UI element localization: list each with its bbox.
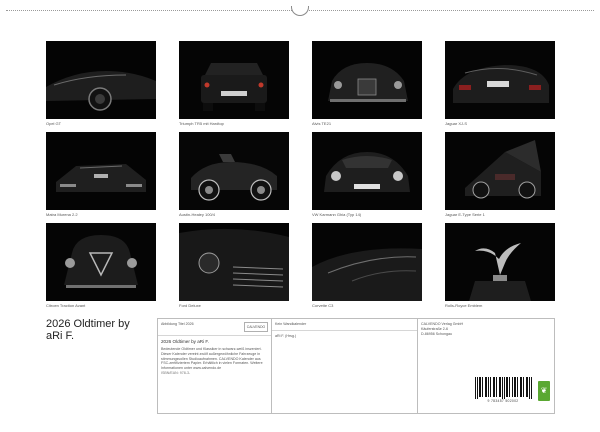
coupe-front-photo [312, 132, 422, 210]
leaf-icon: ❦ [538, 381, 550, 401]
photo-austin-healey[interactable] [179, 132, 289, 210]
publisher-address-line-2: D-86956 Schongau [421, 331, 452, 336]
artwork-value: Titel 2026 [177, 322, 194, 326]
info-panel: Abbildung Titel 2026 CALVENDO 2026 Oldti… [157, 318, 555, 414]
saloon-front-photo [312, 41, 422, 119]
roadster-front-photo [179, 132, 289, 210]
product-title: 2026 Oldtimer by aRi F. [161, 339, 209, 344]
corvette-detail-photo [312, 223, 422, 301]
caption-11: Corvette C3 [312, 303, 334, 308]
caption-4: Jaguar XJ-S [445, 121, 468, 126]
info-column-left: Abbildung Titel 2026 CALVENDO 2026 Oldti… [158, 319, 272, 413]
editor-line: aRi F. (Hrsg.) [275, 333, 297, 338]
product-description: Bedeutende Oldtimer und Klassiker in sch… [161, 347, 263, 371]
caption-6: Austin-Healey 100/4 [179, 212, 216, 217]
caption-9: Citroen Traction Avant [46, 303, 86, 308]
caption-7: VW Karmann Ghia (Typ 14) [312, 212, 362, 217]
photo-jaguar-etype[interactable] [445, 132, 555, 210]
artwork-label: Abbildung [161, 322, 177, 326]
calendar-title: 2026 Oldtimer by aRi F. [46, 318, 130, 342]
grille-detail-photo [179, 223, 289, 301]
photo-karmann-ghia[interactable] [312, 132, 422, 210]
photo-traction-avant[interactable] [46, 223, 156, 301]
car-rear-photo [179, 41, 289, 119]
photo-jaguar-xjs[interactable] [445, 41, 555, 119]
photo-corvette-c3[interactable] [312, 223, 422, 301]
vintage-saloon-photo [46, 223, 156, 301]
photo-ford-deluxe[interactable] [179, 223, 289, 301]
ean-line: ISBN/EAN: 978-3- [161, 370, 191, 375]
barcode: 9 783457 502002 [474, 377, 532, 405]
info-column-middle: Kein Wandkalender aRi F. (Hrsg.) [272, 319, 418, 413]
photo-grid: Opel GT Triumph TR5 mit Hardtop Alvis TE… [0, 0, 600, 310]
photo-opel-gt[interactable] [46, 41, 156, 119]
caption-1: Opel GT [46, 121, 62, 126]
wedge-car-front-photo [46, 132, 156, 210]
caption-10: Ford Deluxe [179, 303, 201, 308]
divider [158, 335, 271, 336]
format-label: Kein Wandkalender [275, 322, 307, 326]
publisher-logo: CALVENDO [244, 322, 268, 332]
caption-2: Triumph TR5 mit Hardtop [179, 121, 224, 126]
barcode-bars-icon [475, 377, 532, 399]
barcode-number: 9 783457 502002 [487, 399, 519, 403]
photo-matra-murena[interactable] [46, 132, 156, 210]
calendar-title-block: 2026 Oldtimer by aRi F. [46, 318, 146, 342]
photo-hood-ornament[interactable] [445, 223, 555, 301]
artwork-info: Abbildung Titel 2026 [161, 322, 194, 327]
caption-8: Jaguar E-Type Serie 1 [445, 212, 485, 217]
caption-3: Alvis TE21 [312, 121, 332, 126]
divider [272, 329, 417, 331]
roadster-open-hood-photo [445, 132, 555, 210]
caption-12: Rolls-Royce Emblem [445, 303, 483, 308]
info-column-right: CALVENDO Verlag GmbH Käuferstraße 2-6 D-… [418, 319, 556, 413]
hood-ornament-photo [445, 223, 555, 301]
sports-car-side-photo [46, 41, 156, 119]
caption-5: Matra Murena 2.2 [46, 212, 78, 217]
coupe-rear-photo [445, 41, 555, 119]
photo-alvis-te21[interactable] [312, 41, 422, 119]
photo-triumph-tr5[interactable] [179, 41, 289, 119]
